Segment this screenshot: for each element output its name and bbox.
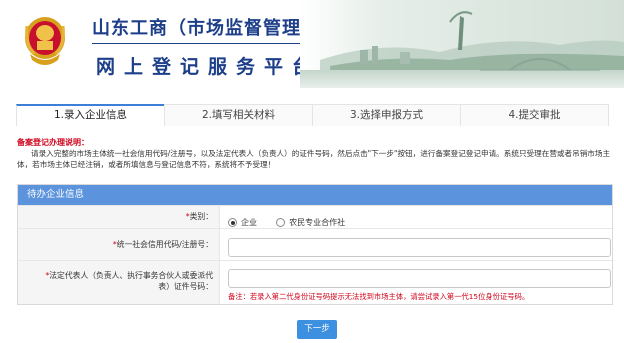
radio-checked-icon[interactable] <box>228 218 237 227</box>
id-number-hint: 备注：若录入第二代身份证号码提示无法找到市场主体，请尝试录入第一代15位身份证号… <box>228 292 530 301</box>
instructions-title: 备案登记办理说明： <box>17 138 89 147</box>
site-header: 山东工商（市场监督管理） 网上登记服务平台 <box>0 0 624 90</box>
form-row-type: *类别： 企业 农民专业合作社 <box>18 205 612 228</box>
tab-step-3[interactable]: 3.选择申报方式 <box>312 104 461 126</box>
legal-rep-id-label: *法定代表人（负责人、执行事务合伙人或委派代 表）证件号码： <box>18 261 220 304</box>
tab-step-2[interactable]: 2.填写相关材料 <box>164 104 313 126</box>
type-label: *类别： <box>18 206 220 228</box>
step-tabs: 1.录入企业信息 2.填写相关材料 3.选择申报方式 4.提交审批 <box>16 104 609 126</box>
enterprise-info-panel: 待办企业信息 *类别： 企业 农民专业合作社 *统一社会信用代码/注册号： *法… <box>17 184 613 305</box>
next-step-button[interactable]: 下一步 <box>297 320 337 339</box>
national-emblem-icon <box>25 17 65 65</box>
legal-rep-id-input[interactable] <box>228 269 611 288</box>
credit-code-label: *统一社会信用代码/注册号： <box>18 229 220 260</box>
panel-header: 待办企业信息 <box>18 185 612 205</box>
title-divider <box>92 43 314 44</box>
type-option-enterprise[interactable]: 企业 <box>228 217 257 228</box>
form-row-legal-rep-id: *法定代表人（负责人、执行事务合伙人或委派代 表）证件号码： 备注：若录入第二代… <box>18 260 612 304</box>
credit-code-input[interactable] <box>228 238 611 257</box>
type-option-cooperative[interactable]: 农民专业合作社 <box>276 217 345 228</box>
tab-step-1[interactable]: 1.录入企业信息 <box>16 104 165 126</box>
site-title-line1: 山东工商（市场监督管理） <box>92 18 320 39</box>
site-title-line2: 网上登记服务平台 <box>96 56 321 78</box>
city-scenery-banner <box>300 0 624 88</box>
instructions-body: 请录入完整的市场主体统一社会信用代码/注册号，以及法定代表人（负责人）的证件号码… <box>17 149 611 169</box>
filing-instructions: 备案登记办理说明： 请录入完整的市场主体统一社会信用代码/注册号，以及法定代表人… <box>17 137 613 170</box>
radio-unchecked-icon[interactable] <box>276 218 286 227</box>
form-row-credit-code: *统一社会信用代码/注册号： <box>18 228 612 260</box>
tab-step-4[interactable]: 4.提交审批 <box>460 104 609 126</box>
